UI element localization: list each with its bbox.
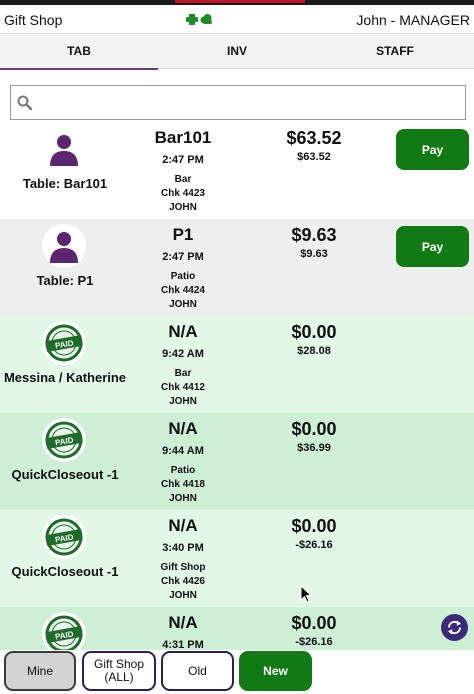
tab-row[interactable]: Table: P1 P1 2:47 PM Patio Chk 4424 JOHN… [0, 219, 474, 316]
tab-area: Gift Shop [160, 562, 206, 573]
amount-due: $9.63 [291, 225, 337, 245]
paid-stamp-icon: PAID [45, 518, 83, 556]
amount-total: $28.08 [297, 345, 331, 357]
cloud-icon [200, 14, 212, 24]
amount-due: $63.52 [286, 128, 342, 148]
new-button[interactable]: New [239, 651, 312, 691]
tab-bar: TAB INV STAFF [0, 34, 474, 70]
tab-row[interactable]: PAID N/A 4:31 PM $0.00 -$26.16 [0, 607, 474, 650]
avatar: PAID [42, 612, 86, 650]
tab-inv[interactable]: INV [158, 34, 316, 69]
printer-icon [186, 14, 198, 25]
row-name: Table: Bar101 [22, 176, 108, 191]
gift-shop-all-label: Gift Shop (ALL) [93, 657, 145, 684]
amount-total: -$26.16 [295, 539, 333, 551]
check-number: Chk 4424 [161, 285, 205, 296]
tab-tab[interactable]: TAB [0, 34, 158, 70]
server-name: JOHN [169, 299, 197, 310]
tab-row[interactable]: PAID Messina / Katherine N/A 9:42 AM Bar… [0, 316, 474, 413]
tab-area: Patio [170, 465, 196, 476]
tab-time: 9:44 AM [162, 445, 204, 457]
tab-code: N/A [168, 419, 198, 438]
footer-bar: Mine Gift Shop (ALL) Old New [0, 650, 474, 694]
app-title: Gift Shop [4, 12, 63, 28]
check-number: Chk 4423 [161, 188, 205, 199]
tab-time: 2:47 PM [162, 251, 204, 263]
check-number: Chk 4412 [161, 382, 205, 393]
tab-code: P1 [172, 225, 194, 244]
tab-list: Table: Bar101 Bar101 2:47 PM Bar Chk 442… [0, 122, 474, 650]
amount-due: $0.00 [291, 419, 337, 439]
mine-button[interactable]: Mine [4, 651, 76, 691]
pay-button[interactable]: Pay [396, 129, 469, 170]
tab-time: 3:40 PM [162, 542, 204, 554]
check-number: Chk 4418 [161, 479, 205, 490]
check-number: Chk 4426 [161, 576, 205, 587]
avatar: PAID [42, 321, 86, 365]
search-input[interactable] [10, 85, 466, 120]
amount-total: -$26.16 [295, 636, 333, 648]
amount-total: $63.52 [297, 151, 331, 163]
tab-code: Bar101 [154, 128, 212, 147]
user-label: John - MANAGER [356, 12, 470, 28]
tab-row[interactable]: Table: Bar101 Bar101 2:47 PM Bar Chk 442… [0, 122, 474, 219]
paid-stamp-icon: PAID [45, 324, 83, 362]
avatar [42, 224, 86, 268]
tab-area: Bar [174, 368, 192, 379]
paid-stamp-icon: PAID [45, 615, 83, 650]
paid-stamp-icon: PAID [45, 421, 83, 459]
server-name: JOHN [169, 202, 197, 213]
tab-code: N/A [168, 516, 198, 535]
avatar: PAID [42, 418, 86, 462]
row-name: Table: P1 [36, 273, 94, 288]
tab-area: Patio [170, 271, 196, 282]
warning-bar [175, 0, 305, 3]
tab-row[interactable]: PAID QuickCloseout -1 N/A 9:44 AM Patio … [0, 413, 474, 510]
amount-due: $0.00 [291, 516, 337, 536]
amount-total: $36.99 [297, 442, 331, 454]
person-icon [50, 135, 78, 166]
server-name: JOHN [169, 396, 197, 407]
tab-code: N/A [168, 613, 198, 632]
tab-row[interactable]: PAID QuickCloseout -1 N/A 3:40 PM Gift S… [0, 510, 474, 607]
tab-time: 9:42 AM [162, 348, 204, 360]
tab-area: Bar [174, 174, 192, 185]
refresh-button[interactable] [441, 614, 468, 641]
tab-staff[interactable]: STAFF [316, 34, 474, 69]
mouse-cursor-icon [300, 585, 312, 603]
avatar [42, 127, 86, 171]
amount-due: $0.00 [291, 613, 337, 633]
tab-time: 2:47 PM [162, 154, 204, 166]
status-icons [186, 14, 213, 25]
old-button[interactable]: Old [161, 651, 234, 691]
search-icon [17, 95, 33, 111]
amount-total: $9.63 [300, 248, 328, 260]
tab-code: N/A [168, 322, 198, 341]
tab-time: 4:31 PM [162, 639, 204, 650]
person-icon [50, 232, 78, 263]
row-name: QuickCloseout -1 [11, 564, 119, 579]
refresh-icon [448, 620, 461, 635]
gift-shop-all-button[interactable]: Gift Shop (ALL) [82, 651, 156, 691]
row-name: Messina / Katherine [3, 370, 127, 385]
pay-button[interactable]: Pay [396, 226, 469, 267]
row-name: QuickCloseout -1 [11, 467, 119, 482]
avatar: PAID [42, 515, 86, 559]
amount-due: $0.00 [291, 322, 337, 342]
server-name: JOHN [169, 493, 197, 504]
app-header: Gift Shop John - MANAGER [0, 5, 474, 34]
server-name: JOHN [169, 590, 197, 601]
